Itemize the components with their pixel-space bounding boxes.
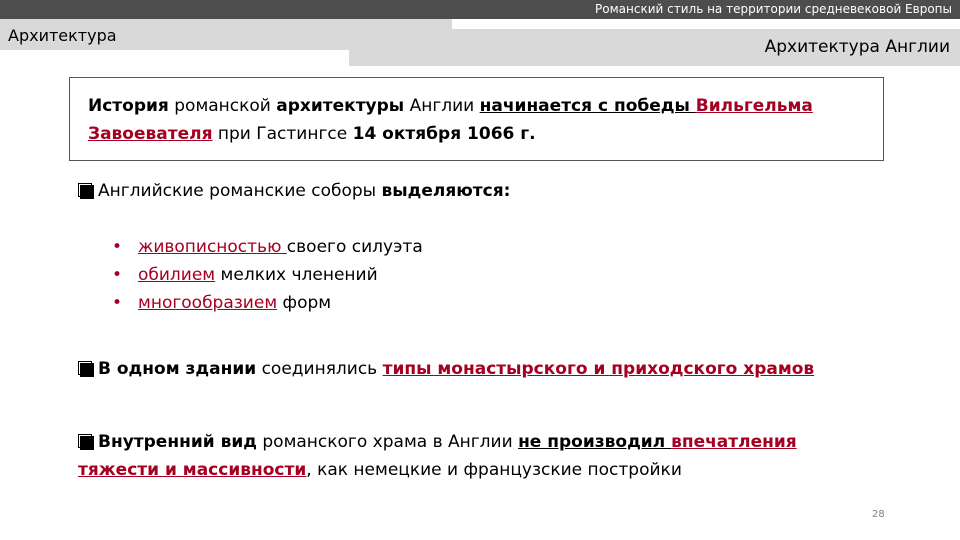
list-emph: многообразием — [138, 293, 278, 313]
point-bold: В одном здании — [98, 359, 257, 379]
intro-text: при Гастингсе — [212, 124, 353, 144]
point-2: В одном здании соединялись типы монастыр… — [78, 355, 938, 383]
checkbox-bullet-icon — [78, 361, 94, 377]
point-1: Английские романские соборы выделяются: — [78, 177, 938, 205]
list-item: • многообразием форм — [112, 289, 423, 317]
intro-text: романской — [168, 96, 277, 116]
presentation-title: Романский стиль на территории средневеко… — [595, 2, 952, 16]
list-text: форм — [277, 293, 332, 313]
subtitle-bar: Архитектура Англии — [349, 29, 960, 66]
section-title: Архитектура — [8, 26, 117, 45]
list-emph: обилием — [138, 265, 216, 285]
bullet-icon: • — [112, 293, 123, 313]
intro-text: начинается с победы — [479, 96, 696, 116]
intro-text: Англии — [404, 96, 480, 116]
bullet-icon: • — [112, 265, 123, 285]
list-item: • живописностью своего силуэта — [112, 233, 423, 261]
point-bold: Внутренний вид — [98, 432, 257, 452]
page-number: 28 — [872, 509, 885, 520]
intro-date: 14 октября 1066 г. — [352, 124, 536, 144]
list-emph: живописностью — [138, 237, 287, 257]
intro-box: История романской архитектуры Англии нач… — [69, 77, 884, 161]
intro-text: архитектуры — [276, 96, 405, 116]
point-emph: типы монастырского и приходского храмов — [382, 359, 815, 379]
point-text: соединялись — [256, 359, 383, 379]
slide-subtitle: Архитектура Англии — [764, 37, 950, 57]
list-text: мелких членений — [215, 265, 378, 285]
features-list: • живописностью своего силуэта • обилием м… — [112, 233, 423, 317]
point-text: , как немецкие и французские постройки — [306, 460, 682, 480]
list-item: • обилием мелких членений — [112, 261, 423, 289]
point-text: романского храма в Англии — [256, 432, 519, 452]
bullet-icon: • — [112, 237, 123, 257]
point-3: Внутренний вид романского храма в Англии… — [78, 428, 878, 484]
top-bar: Романский стиль на территории средневеко… — [0, 0, 960, 19]
header-gap — [452, 19, 960, 29]
checkbox-bullet-icon — [78, 183, 94, 199]
list-text: своего силуэта — [286, 237, 423, 257]
point-bold: выделяются: — [381, 181, 511, 201]
point-text: Английские романские соборы — [98, 181, 382, 201]
intro-text: История — [88, 96, 169, 116]
point-underline: не производил — [518, 432, 672, 452]
checkbox-bullet-icon — [78, 434, 94, 450]
